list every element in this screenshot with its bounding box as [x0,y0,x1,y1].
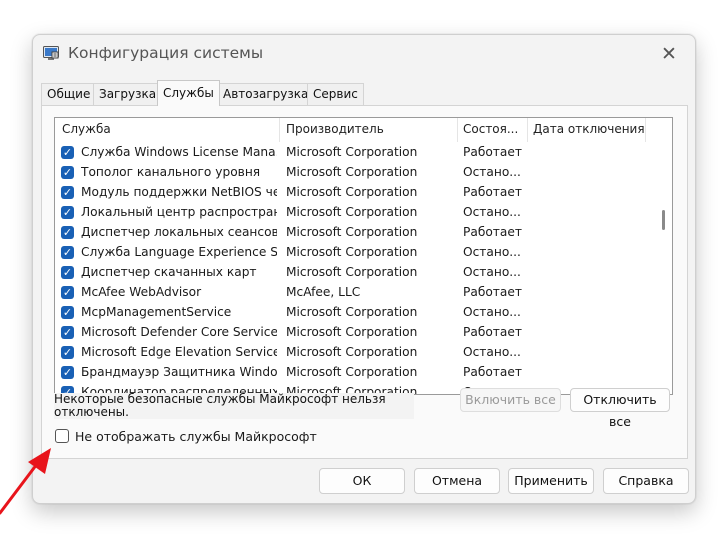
red-arrow-annotation [0,448,51,515]
tab-services[interactable]: Службы [157,80,220,106]
